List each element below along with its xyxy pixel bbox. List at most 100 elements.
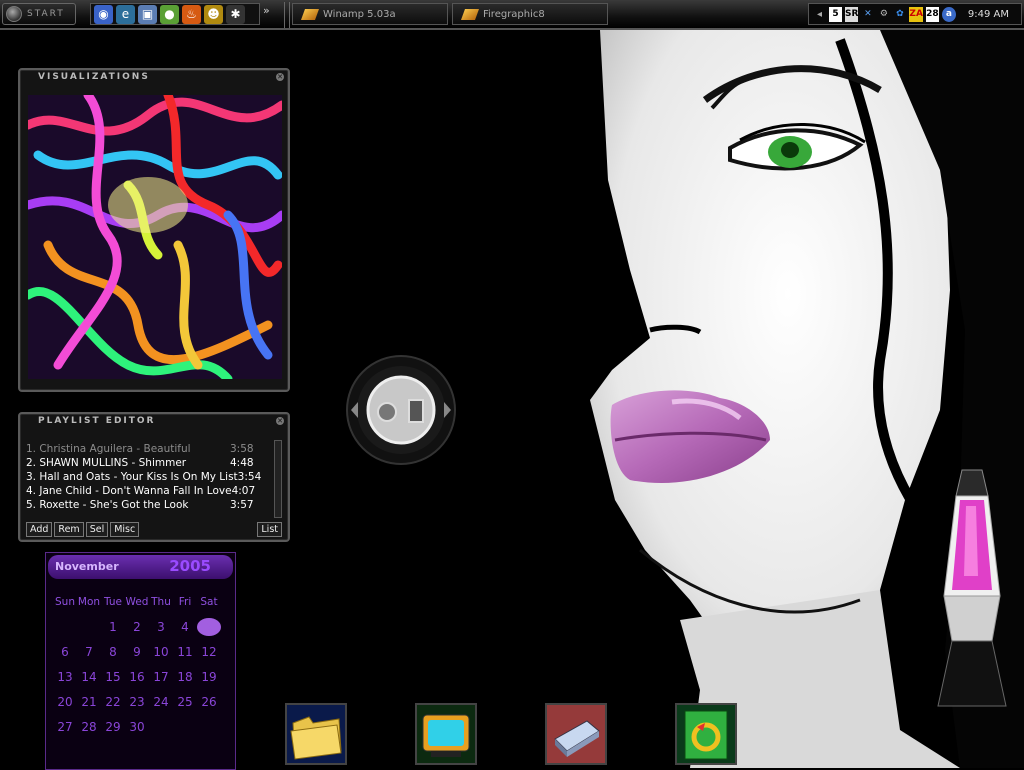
date-tray-icon[interactable]: 28 <box>925 6 939 22</box>
calendar-date[interactable]: 1 <box>101 618 125 636</box>
dock-tv[interactable] <box>415 703 477 765</box>
dock-folder[interactable] <box>285 703 347 765</box>
folder-icon <box>290 716 342 760</box>
calendar-date[interactable]: 5 <box>197 618 221 636</box>
calendar-date[interactable]: 16 <box>125 668 149 686</box>
calendar-date[interactable]: 14 <box>77 668 101 686</box>
close-icon[interactable]: ✕ <box>276 73 284 81</box>
weekday-label: Sun <box>55 596 75 608</box>
track-title: 3. Hall and Oats - Your Kiss Is On My Li… <box>26 471 238 483</box>
track-title: 5. Roxette - She's Got the Look <box>26 499 189 511</box>
system-tray: ◂ 5 SR ✕ ⚙ ✿ ZA 28 a 9:49 AM <box>808 3 1022 25</box>
playlist-item[interactable]: 1. Christina Aguilera - Beautiful 3:58 <box>26 442 264 456</box>
messenger-tray-icon[interactable]: a <box>941 6 956 22</box>
list-button[interactable]: List <box>257 522 282 537</box>
playlist-scrollbar[interactable] <box>274 440 282 518</box>
ie-icon[interactable]: e <box>116 4 135 24</box>
start-button[interactable]: START <box>2 3 76 25</box>
calendar-year[interactable]: 2005 <box>169 557 211 575</box>
track-title: 4. Jane Child - Don't Wanna Fall In Love <box>26 485 232 497</box>
add-button[interactable]: Add <box>26 522 53 537</box>
security-tray-icon[interactable]: ✿ <box>893 7 906 22</box>
playlist-item[interactable]: 4. Jane Child - Don't Wanna Fall In Love… <box>26 484 264 498</box>
green-app-icon[interactable]: ● <box>160 4 179 24</box>
select-button[interactable]: Sel <box>85 522 109 537</box>
weekday-label: Wed <box>125 596 149 608</box>
computer-icon[interactable]: ▣ <box>138 4 157 24</box>
calendar-date[interactable]: 29 <box>101 718 125 736</box>
weekday-label: Fri <box>178 596 192 608</box>
taskbar-separator <box>284 2 290 28</box>
quicklaunch-overflow-button[interactable]: » <box>263 4 270 17</box>
flame-app-icon[interactable]: ♨ <box>182 4 201 24</box>
calendar-date[interactable]: 10 <box>149 643 173 661</box>
dock-drive[interactable] <box>545 703 607 765</box>
calendar-grid: Sun Mon Tue Wed Thu Fri Sat 1 2 3 4 5 6 7 8 9 10 11 12 13 14… <box>53 593 221 736</box>
task-winamp[interactable]: Winamp 5.03a <box>292 3 448 25</box>
calendar-date[interactable]: 7 <box>77 643 101 661</box>
calendar-date[interactable]: 22 <box>101 693 125 711</box>
media-control-orb[interactable] <box>345 354 457 466</box>
tools-tray-icon[interactable]: ✕ <box>861 7 874 22</box>
calendar-date[interactable]: 27 <box>53 718 77 736</box>
track-title: 1. Christina Aguilera - Beautiful <box>26 443 191 455</box>
calendar-widget: November 2005 Sun Mon Tue Wed Thu Fri Sat 1 2 3 4 5… <box>45 552 236 770</box>
calendar-empty-cell <box>77 618 101 636</box>
calendar-date[interactable]: 6 <box>53 643 77 661</box>
calendar-date[interactable]: 23 <box>125 693 149 711</box>
playlist-item[interactable]: 3. Hall and Oats - Your Kiss Is On My Li… <box>26 470 264 484</box>
playlist-buttons: Add Rem Sel Misc <box>26 522 140 537</box>
task-firegraphic[interactable]: Firegraphic8 <box>452 3 608 25</box>
calendar-date[interactable]: 19 <box>197 668 221 686</box>
weekday-label: Thu <box>151 596 171 608</box>
user-app-icon[interactable]: ☻ <box>204 4 223 24</box>
calendar-month[interactable]: November <box>55 560 119 573</box>
start-orb-icon <box>6 6 22 22</box>
zonealarm-tray-icon[interactable]: ZA <box>909 6 923 22</box>
quick-launch-bar: ◉ e ▣ ● ♨ ☻ ✱ <box>90 3 260 25</box>
calendar-date[interactable]: 8 <box>101 643 125 661</box>
lava-lamp-icon[interactable] <box>936 466 1008 714</box>
calendar-date[interactable]: 17 <box>149 668 173 686</box>
calendar-date[interactable]: 13 <box>53 668 77 686</box>
tv-icon <box>422 714 470 757</box>
close-icon[interactable]: ✕ <box>276 417 284 425</box>
playlist-title: PLAYLIST EDITOR <box>38 416 156 426</box>
calendar-date[interactable]: 25 <box>173 693 197 711</box>
task-label: Winamp 5.03a <box>323 8 396 20</box>
calendar-tray-icon[interactable]: 5 <box>829 6 842 22</box>
track-duration: 3:54 <box>237 471 262 483</box>
misc-button[interactable]: Misc <box>110 522 140 537</box>
calendar-date[interactable]: 15 <box>101 668 125 686</box>
taskbar: START ◉ e ▣ ● ♨ ☻ ✱ » Winamp 5.03a Fireg… <box>0 0 1024 30</box>
calendar-date[interactable]: 2 <box>125 618 149 636</box>
calendar-date[interactable]: 20 <box>53 693 77 711</box>
network-tray-icon[interactable]: ⚙ <box>877 7 890 22</box>
calendar-date[interactable]: 30 <box>125 718 149 736</box>
calendar-date[interactable]: 4 <box>173 618 197 636</box>
recycle-icon <box>684 710 728 760</box>
calendar-date[interactable]: 11 <box>173 643 197 661</box>
calendar-date[interactable]: 24 <box>149 693 173 711</box>
calendar-date[interactable]: 9 <box>125 643 149 661</box>
tray-expand-icon[interactable]: ◂ <box>813 7 826 22</box>
calendar-date[interactable]: 3 <box>149 618 173 636</box>
calendar-date[interactable]: 12 <box>197 643 221 661</box>
remove-button[interactable]: Rem <box>54 522 84 537</box>
sr-tray-icon[interactable]: SR <box>845 6 859 22</box>
visualizations-window: VISUALIZATIONS ✕ <box>18 68 290 392</box>
visualizations-title: VISUALIZATIONS <box>38 72 150 82</box>
calendar-date[interactable]: 28 <box>77 718 101 736</box>
firefox-icon[interactable]: ◉ <box>94 4 113 24</box>
calendar-date[interactable]: 18 <box>173 668 197 686</box>
track-duration: 3:57 <box>230 499 254 511</box>
playlist-item[interactable]: 5. Roxette - She's Got the Look 3:57 <box>26 498 264 512</box>
playlist-item[interactable]: 2. SHAWN MULLINS - Shimmer 4:48 <box>26 456 264 470</box>
calendar-date[interactable]: 21 <box>77 693 101 711</box>
start-label: START <box>27 9 65 19</box>
playlist: 1. Christina Aguilera - Beautiful 3:58 2.… <box>26 442 264 512</box>
dock-recycle[interactable] <box>675 703 737 765</box>
calendar-date[interactable]: 26 <box>197 693 221 711</box>
clock[interactable]: 9:49 AM <box>968 9 1009 20</box>
media-app-icon[interactable]: ✱ <box>226 4 245 24</box>
